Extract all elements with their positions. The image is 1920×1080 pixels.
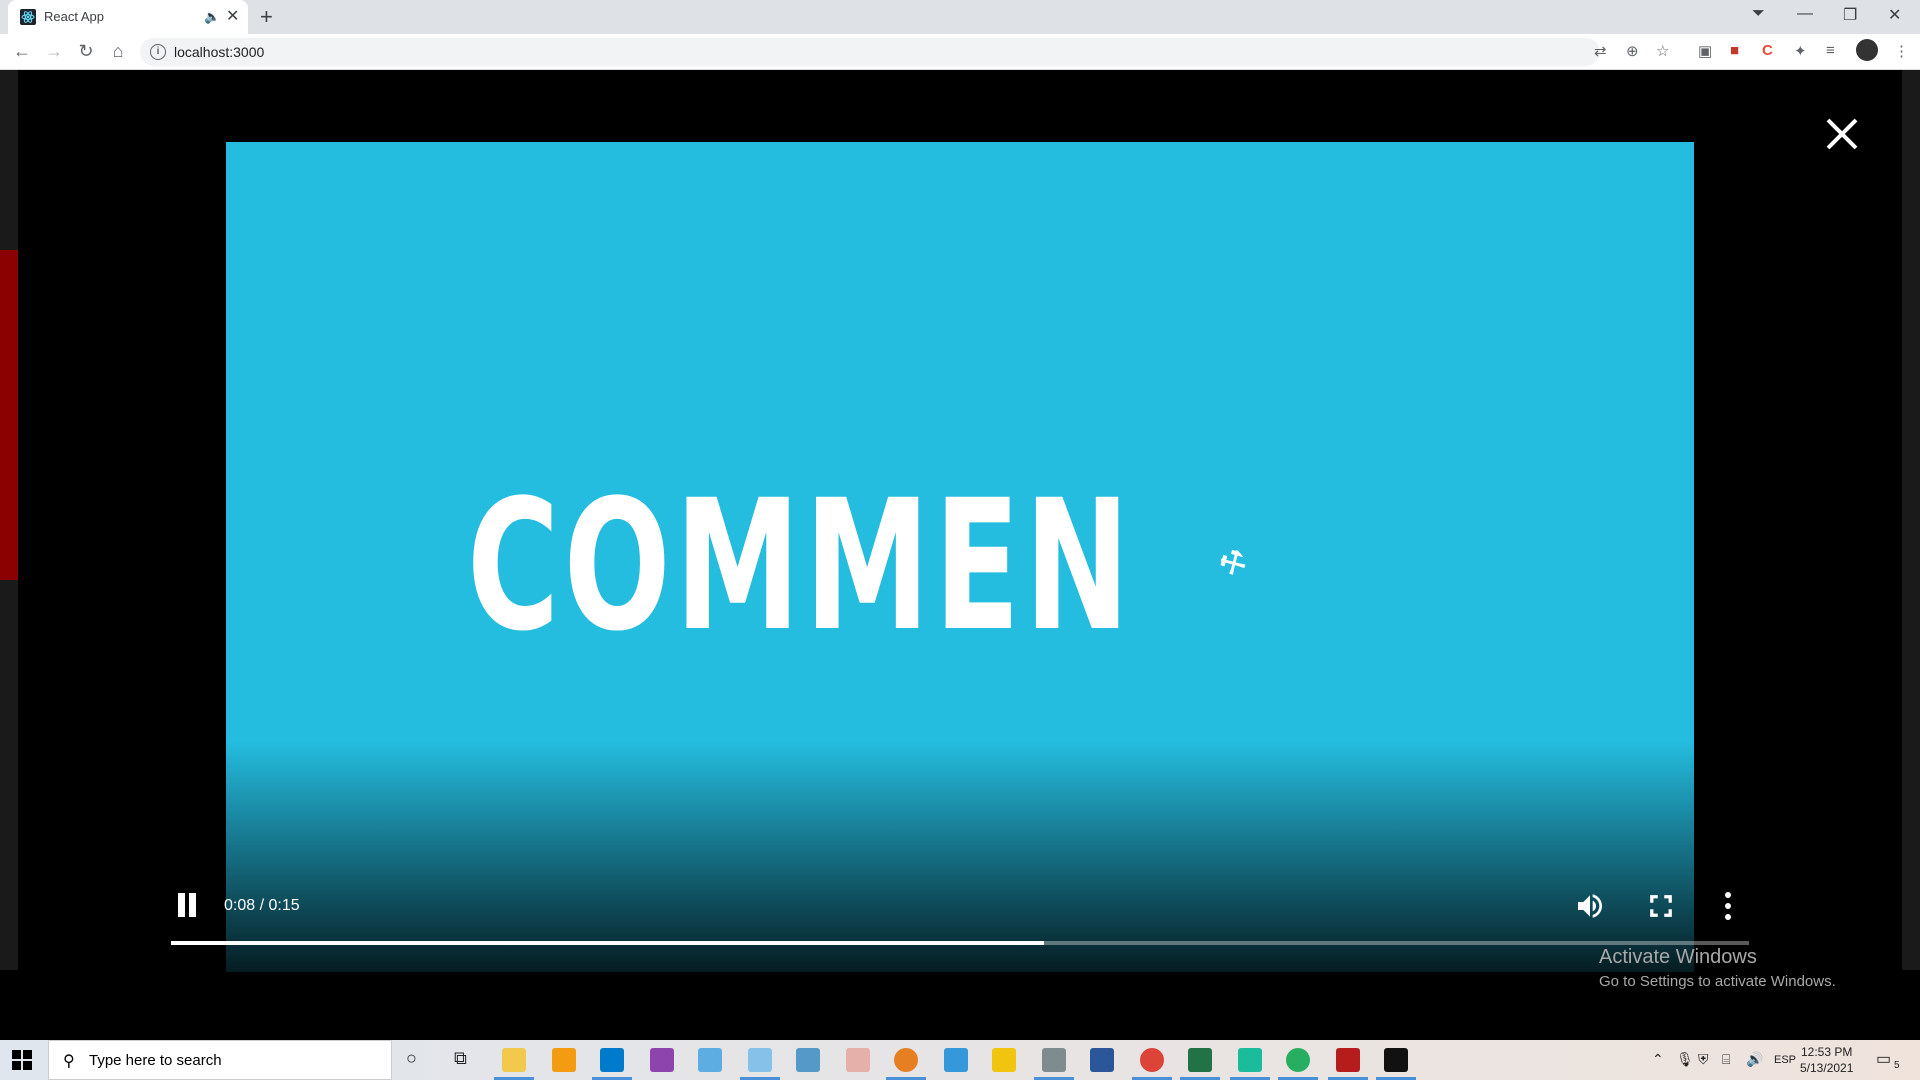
app-icon[interactable] xyxy=(748,1048,772,1072)
tab-strip: React App 🔈 ✕ + ⏷ — ❐ ✕ xyxy=(0,0,1920,34)
background-page-accent xyxy=(0,250,18,580)
profile-menu-icon[interactable]: ⏷ xyxy=(1752,5,1765,23)
watermark-title: Activate Windows xyxy=(1599,946,1757,968)
cortana-icon[interactable]: ○ xyxy=(406,1048,417,1069)
extensions-puzzle-icon[interactable]: ✦ xyxy=(1794,42,1807,60)
bookmark-star-icon[interactable]: ☆ xyxy=(1656,42,1669,60)
browser-tab[interactable]: React App 🔈 ✕ xyxy=(8,0,248,34)
file-explorer-icon[interactable] xyxy=(502,1048,526,1072)
sublime-text-icon[interactable] xyxy=(552,1048,576,1072)
power-bi-icon[interactable] xyxy=(992,1048,1016,1072)
task-view-icon[interactable]: ⧉ xyxy=(454,1048,467,1069)
pause-button[interactable] xyxy=(176,893,198,917)
site-info-icon[interactable]: i xyxy=(150,44,166,60)
react-favicon-icon xyxy=(20,9,36,25)
visual-studio-icon[interactable] xyxy=(650,1048,674,1072)
url-text: localhost:3000 xyxy=(174,44,265,60)
network-icon[interactable]: ⌸ xyxy=(1722,1051,1730,1068)
video-progress-fill xyxy=(171,941,1044,945)
remote-desktop-icon[interactable] xyxy=(796,1048,820,1072)
vscode-icon[interactable] xyxy=(600,1048,624,1072)
screen-recorder-icon[interactable] xyxy=(1238,1048,1262,1072)
show-hidden-icons-icon[interactable]: ⌃ xyxy=(1652,1051,1664,1068)
pause-icon xyxy=(189,893,196,917)
avatar[interactable] xyxy=(1856,39,1878,61)
notifications-count: 5 xyxy=(1894,1060,1900,1071)
maps-app-icon[interactable] xyxy=(1286,1048,1310,1072)
extension-c-icon[interactable]: C xyxy=(1762,42,1773,59)
background-page-right xyxy=(1902,70,1920,970)
notifications-icon[interactable]: ▭ xyxy=(1876,1049,1891,1069)
microphone-icon[interactable]: 🎙 xyxy=(1676,1051,1694,1068)
browser-toolbar: ← → ↻ ⌂ i localhost:3000 ⇄ ⊕ ☆ ▣ ■ C ✦ ≡… xyxy=(0,34,1920,70)
video-player[interactable]: COMMEN ⚒ xyxy=(226,142,1694,972)
filezilla-icon[interactable] xyxy=(1336,1048,1360,1072)
address-bar[interactable]: i localhost:3000 xyxy=(140,38,1600,66)
more-options-icon[interactable] xyxy=(1722,890,1734,922)
search-icon: ⚲ xyxy=(63,1053,75,1070)
tab-close-icon[interactable]: ✕ xyxy=(226,6,239,26)
word-icon[interactable] xyxy=(1090,1048,1114,1072)
windows-start-icon[interactable] xyxy=(12,1050,32,1070)
tools-icon[interactable] xyxy=(1042,1048,1066,1072)
home-icon[interactable]: ⌂ xyxy=(106,41,130,62)
snipping-tool-icon[interactable] xyxy=(846,1048,870,1072)
excel-icon[interactable] xyxy=(1188,1048,1212,1072)
translate-icon[interactable]: ⇄ xyxy=(1594,42,1607,60)
media-queue-icon[interactable]: ≡ xyxy=(1826,42,1835,59)
video-frame-caption: COMMEN xyxy=(466,462,1134,671)
terminal-icon[interactable] xyxy=(1384,1048,1408,1072)
menu-dots-icon[interactable]: ⋮ xyxy=(1894,42,1909,60)
hammer-icon: ⚒ xyxy=(1213,542,1254,585)
clock-date: 5/13/2021 xyxy=(1800,1061,1854,1075)
pause-icon xyxy=(178,893,185,917)
video-progress-bar[interactable] xyxy=(171,941,1749,945)
speaker-tray-icon[interactable]: 🔊 xyxy=(1746,1051,1763,1068)
chrome-icon[interactable] xyxy=(1140,1048,1164,1072)
close-icon[interactable] xyxy=(1820,112,1864,156)
restore-icon[interactable]: ❐ xyxy=(1843,5,1857,25)
back-icon[interactable]: ← xyxy=(10,41,34,62)
minimize-icon[interactable]: — xyxy=(1797,5,1813,23)
taskbar-search-box[interactable]: ⚲ Type here to search xyxy=(48,1040,392,1080)
virtualbox-icon[interactable] xyxy=(698,1048,722,1072)
reload-icon[interactable]: ↻ xyxy=(74,41,98,62)
forward-icon[interactable]: → xyxy=(42,41,66,62)
search-placeholder: Type here to search xyxy=(89,1052,222,1069)
new-tab-button[interactable]: + xyxy=(260,4,273,30)
watermark-subtitle: Go to Settings to activate Windows. xyxy=(1599,973,1836,990)
windows-activation-watermark: Activate Windows Go to Settings to activ… xyxy=(1599,946,1836,990)
extension-icon[interactable]: ▣ xyxy=(1698,42,1712,60)
tab-title: React App xyxy=(44,9,104,24)
taskbar-clock[interactable]: 12:53 PM 5/13/2021 xyxy=(1800,1044,1853,1076)
volume-icon[interactable] xyxy=(1574,890,1606,922)
upload-app-icon[interactable] xyxy=(944,1048,968,1072)
window-close-icon[interactable]: ✕ xyxy=(1888,5,1901,25)
speaker-icon[interactable]: 🔈 xyxy=(204,9,220,25)
firefox-icon[interactable] xyxy=(894,1048,918,1072)
zoom-icon[interactable]: ⊕ xyxy=(1626,42,1639,60)
language-indicator[interactable]: ESP xyxy=(1774,1054,1796,1066)
clock-time: 12:53 PM xyxy=(1801,1045,1853,1059)
controls-gradient xyxy=(226,742,1694,972)
fullscreen-icon[interactable] xyxy=(1648,893,1674,919)
windows-taskbar: ⚲ Type here to search ○ ⧉ ⌃ 🎙 ⛨ ⌸ 🔊 ESP … xyxy=(0,1040,1920,1080)
video-time: 0:08 / 0:15 xyxy=(224,897,300,914)
security-icon[interactable]: ⛨ xyxy=(1698,1051,1709,1068)
extension-red-icon[interactable]: ■ xyxy=(1730,42,1739,59)
